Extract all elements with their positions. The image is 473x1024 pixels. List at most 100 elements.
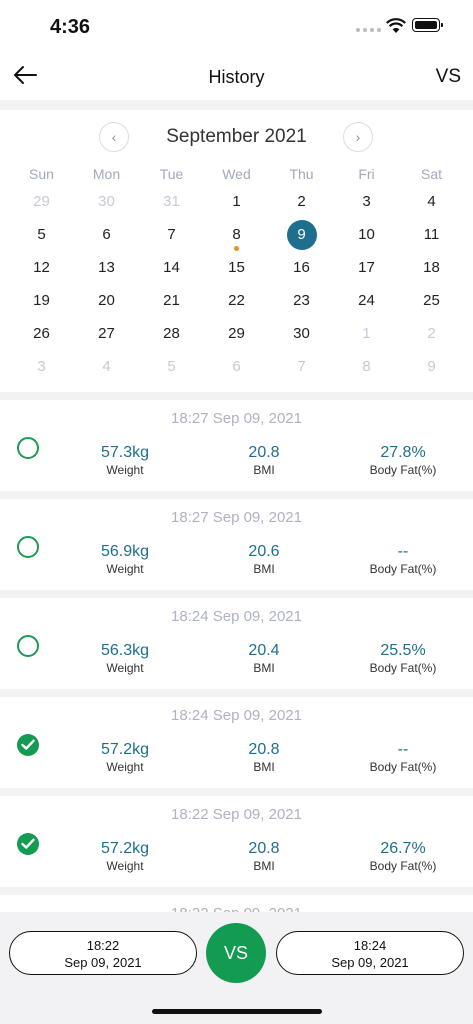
day-number: 20 [98, 292, 115, 309]
record-row[interactable]: 18:24 Sep 09, 2021 57.2kg Weight 20.8 BMI -- B… [0, 697, 473, 788]
day-cell[interactable]: 3 [9, 355, 74, 388]
day-cell[interactable]: 30 [74, 190, 139, 223]
day-cell[interactable]: 29 [9, 190, 74, 223]
day-number: 1 [232, 193, 241, 210]
day-cell[interactable]: 20 [74, 289, 139, 322]
day-number: 18 [423, 259, 440, 276]
record-row[interactable]: 18:22 Sep 09, 2021 57.2kg Weight 20.8 BMI 26.… [0, 796, 473, 887]
day-cell[interactable]: 10 [334, 223, 399, 256]
vs-button[interactable]: VS [206, 923, 266, 983]
day-cell[interactable]: 22 [204, 289, 269, 322]
day-cell[interactable]: 18 [399, 256, 464, 289]
day-cell[interactable]: 6 [74, 223, 139, 256]
day-number: 7 [297, 358, 306, 375]
day-cell[interactable]: 14 [139, 256, 204, 289]
day-number: 5 [37, 226, 46, 243]
day-number: 10 [358, 226, 375, 243]
day-cell[interactable]: 5 [139, 355, 204, 388]
bmi-value: 20.4 [248, 642, 280, 659]
day-cell[interactable]: 26 [9, 322, 74, 355]
day-cell[interactable]: 16 [269, 256, 334, 289]
day-number: 13 [98, 259, 115, 276]
compare-left-date: Sep 09, 2021 [64, 955, 142, 970]
bmi-metric: 20.8 BMI [204, 840, 324, 873]
day-grid: 29 30 31 1 2 3 4 5 6 7 8 9 10 11 12 13 14 15 16 17 18 19 20 21 2… [9, 190, 464, 388]
unchecked-circle-icon[interactable] [17, 635, 39, 657]
checked-circle-icon[interactable] [17, 833, 39, 855]
day-number: 16 [293, 259, 310, 276]
day-cell[interactable]: 11 [399, 223, 464, 256]
day-number: 15 [228, 259, 245, 276]
unchecked-circle-icon[interactable] [17, 437, 39, 459]
day-cell[interactable]: 23 [269, 289, 334, 322]
day-cell[interactable]: 7 [139, 223, 204, 256]
day-cell[interactable]: 25 [399, 289, 464, 322]
day-cell[interactable]: 3 [334, 190, 399, 223]
weekday-label: Mon [92, 166, 121, 182]
day-cell[interactable]: 24 [334, 289, 399, 322]
day-cell[interactable]: 21 [139, 289, 204, 322]
day-cell[interactable]: 6 [204, 355, 269, 388]
day-cell[interactable]: 8 [204, 223, 269, 256]
day-number: 26 [33, 325, 50, 342]
checked-circle-icon[interactable] [17, 734, 39, 756]
bmi-metric: 20.8 BMI [204, 741, 324, 774]
record-row[interactable]: 18:27 Sep 09, 2021 57.3kg Weight 20.8 BMI 27.… [0, 400, 473, 491]
bmi-value: 20.8 [248, 840, 280, 857]
day-cell[interactable]: 2 [269, 190, 334, 223]
day-number: 12 [33, 259, 50, 276]
unchecked-circle-icon[interactable] [17, 536, 39, 558]
body-fat-value: -- [397, 543, 409, 560]
day-cell[interactable]: 8 [334, 355, 399, 388]
day-cell[interactable]: 19 [9, 289, 74, 322]
vs-nav-button[interactable]: VS [436, 66, 461, 88]
compare-left-pill[interactable]: 18:22 Sep 09, 2021 [9, 931, 197, 975]
weight-value: 56.3kg [100, 642, 150, 659]
day-cell[interactable]: 27 [74, 322, 139, 355]
day-number: 14 [163, 259, 180, 276]
bmi-value: 20.8 [248, 444, 280, 461]
day-cell[interactable]: 1 [334, 322, 399, 355]
day-cell[interactable]: 4 [399, 190, 464, 223]
bmi-value: 20.8 [248, 741, 280, 758]
day-cell[interactable]: 5 [9, 223, 74, 256]
compare-right-pill[interactable]: 18:24 Sep 09, 2021 [276, 931, 464, 975]
weight-label: Weight [106, 859, 144, 873]
record-row[interactable]: 18:27 Sep 09, 2021 56.9kg Weight 20.6 BMI -- B… [0, 499, 473, 590]
cellular-signal-icon [356, 28, 381, 32]
day-cell[interactable]: 2 [399, 322, 464, 355]
day-cell[interactable]: 4 [74, 355, 139, 388]
body-fat-value: -- [397, 741, 409, 758]
day-number: 31 [163, 193, 180, 210]
day-cell[interactable]: 9 [399, 355, 464, 388]
day-cell[interactable]: 29 [204, 322, 269, 355]
day-number: 22 [228, 292, 245, 309]
body-fat-metric: 25.5% Body Fat(%) [343, 642, 463, 675]
weight-value: 57.2kg [100, 741, 150, 758]
record-row[interactable]: 18:24 Sep 09, 2021 56.3kg Weight 20.4 BMI 25.… [0, 598, 473, 689]
day-number: 30 [293, 325, 310, 342]
compare-bar: 18:22 Sep 09, 2021 VS 18:24 Sep 09, 2021 [0, 912, 473, 990]
home-indicator [152, 1009, 322, 1014]
record-row-partial[interactable]: 18:22 Sep 09, 2021 [0, 895, 473, 912]
day-number: 30 [98, 193, 115, 210]
day-cell-selected[interactable]: 9 [269, 220, 334, 256]
record-time: 18:22 Sep 09, 2021 [0, 905, 473, 912]
day-number: 9 [427, 358, 436, 375]
next-month-button[interactable]: › [343, 122, 373, 152]
day-cell[interactable]: 28 [139, 322, 204, 355]
day-cell[interactable]: 30 [269, 322, 334, 355]
day-cell[interactable]: 7 [269, 355, 334, 388]
day-number: 2 [427, 325, 436, 342]
nav-bar: History VS [0, 54, 473, 100]
day-cell[interactable]: 1 [204, 190, 269, 223]
day-number: 3 [37, 358, 46, 375]
status-bar: 4:36 [0, 0, 473, 54]
day-cell[interactable]: 13 [74, 256, 139, 289]
day-cell[interactable]: 31 [139, 190, 204, 223]
day-cell[interactable]: 12 [9, 256, 74, 289]
day-cell[interactable]: 15 [204, 256, 269, 289]
body-fat-metric: -- Body Fat(%) [343, 741, 463, 774]
day-cell[interactable]: 17 [334, 256, 399, 289]
day-number: 9 [286, 220, 317, 250]
